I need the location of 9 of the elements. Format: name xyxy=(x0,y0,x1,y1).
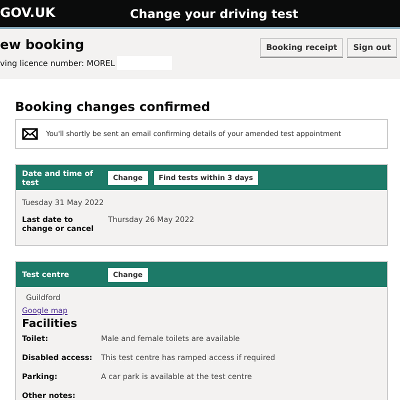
logo[interactable]: GOV.UK xyxy=(0,6,110,21)
facilities-heading: Facilities xyxy=(22,317,78,330)
service-title: Change your driving test xyxy=(130,6,298,20)
envelope-icon xyxy=(22,128,38,140)
confirmation-heading: Booking changes confirmed xyxy=(15,99,212,114)
header-button[interactable]: Booking receipt xyxy=(260,38,344,56)
booking-title: ew booking xyxy=(0,38,86,53)
licence-number: ving licence number: MOREL xyxy=(0,58,115,68)
header-button[interactable]: Sign out xyxy=(347,38,397,56)
